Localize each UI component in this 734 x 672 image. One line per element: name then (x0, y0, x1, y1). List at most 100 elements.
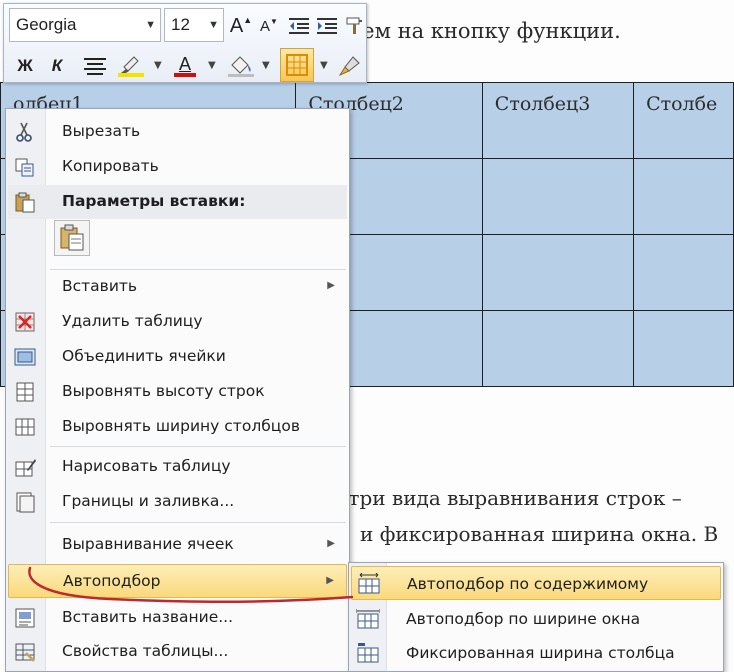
menu-header-label: Параметры вставки: (62, 192, 246, 210)
increase-indent-icon (317, 18, 337, 34)
increase-indent-button[interactable] (314, 12, 340, 40)
menu-item-label: Свойства таблицы... (62, 642, 229, 660)
table-properties-icon (15, 643, 35, 662)
scissors-icon (16, 122, 32, 142)
chevron-down-icon[interactable]: ▼ (320, 60, 328, 71)
fixed-column-width-icon (357, 643, 379, 663)
chevron-down-icon[interactable]: ▼ (208, 60, 216, 71)
menu-item-table-properties[interactable]: Свойства таблицы... (8, 635, 347, 669)
chevron-down-icon[interactable]: ▼ (154, 60, 162, 71)
context-menu: Вырезать Копировать Параметры вставки: В… (5, 108, 350, 672)
menu-item-copy[interactable]: Копировать (8, 150, 347, 184)
center-align-button[interactable] (82, 52, 108, 80)
bold-icon: Ж (17, 56, 33, 75)
paste-icon (15, 192, 35, 213)
menu-item-cut[interactable]: Вырезать (8, 115, 347, 149)
menu-item-label: Вставить (62, 277, 138, 295)
shrink-font-button[interactable]: A ▼ (256, 12, 282, 40)
font-color-button[interactable]: A (172, 52, 198, 80)
menu-item-cell-alignment[interactable]: Выравнивание ячеек ▶ (8, 528, 347, 562)
distribute-columns-icon (15, 418, 35, 436)
format-painter-icon (346, 17, 362, 34)
center-align-icon (84, 58, 106, 75)
grow-font-icon: A (229, 14, 244, 37)
format-painter-button[interactable] (342, 12, 368, 40)
font-size-combo[interactable]: 12 ▼ (164, 8, 224, 42)
font-color-icon: A (178, 54, 191, 74)
decrease-indent-button[interactable] (286, 12, 312, 40)
submenu-item-label: Фиксированная ширина столбца (406, 644, 675, 662)
submenu-item-label: Автоподбор по содержимому (407, 575, 649, 593)
chevron-down-icon[interactable]: ▼ (145, 19, 156, 31)
table-cell[interactable] (481, 234, 635, 311)
italic-button[interactable]: К (44, 52, 70, 80)
menu-item-label: Вырезать (62, 122, 141, 140)
highlight-button[interactable] (118, 52, 144, 80)
shading-button[interactable] (228, 52, 254, 80)
shrink-font-icon: A (260, 17, 271, 35)
font-name-combo[interactable]: Georgia ▼ (9, 8, 161, 42)
menu-item-borders-shading[interactable]: Границы и заливка... (8, 485, 347, 519)
submenu-item-label: Автоподбор по ширине окна (406, 610, 641, 628)
menu-item-draw-table[interactable]: Нарисовать таблицу (8, 450, 347, 484)
borders-grid-icon (286, 54, 308, 76)
menu-item-insert-caption[interactable]: Вставить название... (8, 601, 347, 635)
table-cell[interactable]: Столбе (633, 82, 734, 159)
table-cell[interactable] (633, 234, 734, 311)
menu-item-insert[interactable]: Вставить ▶ (8, 270, 347, 304)
menu-item-label: Объединить ячейки (62, 347, 226, 365)
submenu-item-fixed-column-width[interactable]: Фиксированная ширина столбца (351, 636, 721, 670)
menu-item-merge-cells[interactable]: Объединить ячейки (8, 340, 347, 374)
autofit-submenu: Автоподбор по содержимому Автоподбор по … (348, 562, 724, 672)
font-color-swatch (174, 73, 196, 77)
menu-item-label: Удалить таблицу (62, 312, 203, 330)
table-cell[interactable] (481, 158, 635, 235)
menu-item-label: Границы и заливка... (62, 492, 235, 510)
autofit-window-icon (356, 609, 380, 629)
menu-separator (50, 446, 346, 447)
menu-item-label: Выровнять высоту строк (62, 382, 265, 400)
submenu-item-autofit-contents[interactable]: Автоподбор по содержимому (351, 566, 721, 600)
copy-icon (15, 158, 34, 177)
menu-item-label: Выравнивание ячеек (62, 535, 234, 553)
document-text-line: о три вида выравнивания строк – (330, 486, 682, 510)
distribute-rows-icon (16, 382, 34, 402)
menu-item-distribute-columns[interactable]: Выровнять ширину столбцов (8, 410, 347, 444)
chevron-down-icon[interactable]: ▼ (262, 60, 270, 71)
merge-cells-icon (14, 348, 36, 366)
delete-table-icon (15, 312, 35, 332)
menu-item-autofit[interactable]: Автоподбор ▶ (8, 564, 347, 598)
chevron-down-icon[interactable]: ▼ (208, 19, 219, 31)
bold-button[interactable]: Ж (12, 52, 38, 80)
paste-keep-formatting-button[interactable] (54, 220, 90, 256)
submenu-item-autofit-window[interactable]: Автоподбор по ширине окна (351, 602, 721, 636)
insert-caption-icon (15, 608, 35, 628)
borders-button[interactable] (280, 48, 314, 82)
menu-item-distribute-rows[interactable]: Выровнять высоту строк (8, 375, 347, 409)
highlighter-icon (118, 56, 144, 77)
table-cell[interactable]: Столбец3 (481, 82, 635, 159)
font-name-value: Georgia (16, 15, 77, 34)
autofit-contents-icon (358, 573, 380, 594)
draw-table-icon (15, 459, 36, 477)
borders-icon (16, 492, 35, 513)
menu-item-delete-table[interactable]: Удалить таблицу (8, 305, 347, 339)
font-size-value: 12 (171, 15, 190, 34)
submenu-arrow-icon: ▶ (327, 280, 335, 291)
grow-font-button[interactable]: A ▲ (228, 12, 254, 40)
mini-toolbar: Georgia ▼ 12 ▼ A ▲ A ▼ Ж К ▼ A ▼ ▼ ▼ (3, 3, 367, 83)
menu-separator (50, 522, 346, 523)
clear-formatting-button[interactable] (336, 52, 362, 80)
table-cell[interactable] (481, 310, 635, 387)
submenu-arrow-icon: ▶ (326, 575, 334, 586)
italic-icon: К (51, 56, 63, 75)
table-cell[interactable] (633, 158, 734, 235)
paint-bucket-icon (228, 56, 254, 77)
eraser-brush-icon (338, 56, 360, 77)
document-text-line: и фиксированная ширина окна. В (360, 522, 719, 546)
menu-item-label: Копировать (62, 157, 159, 175)
table-cell[interactable] (633, 310, 734, 387)
decrease-indent-icon (289, 18, 309, 34)
menu-item-label: Автоподбор (63, 572, 161, 590)
menu-item-label: Вставить название... (62, 608, 234, 626)
